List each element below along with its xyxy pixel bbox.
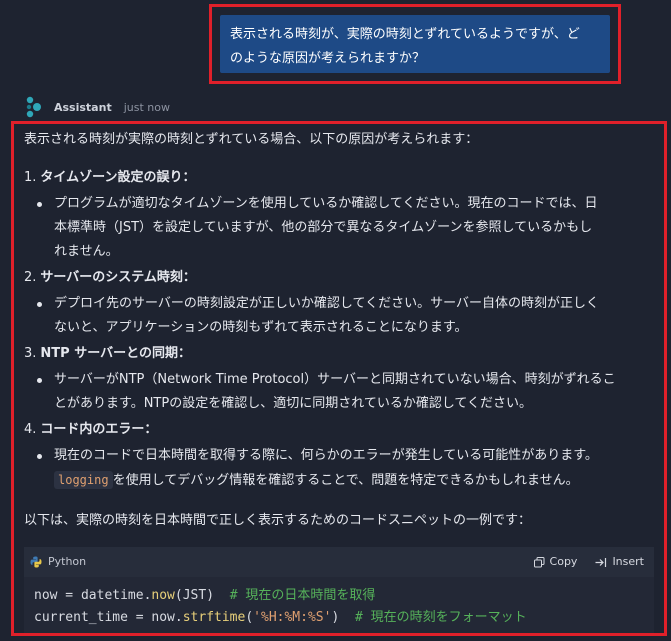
answer-intro: 表示される時刻が実際の時刻とずれている場合、以下の原因が考えられます：: [24, 132, 479, 147]
section-title: NTP サーバーとの同期：: [40, 346, 191, 361]
user-message-bubble: 表示される時刻が、実際の時刻とずれているようですが、ど のような原因が考えられま…: [220, 15, 610, 73]
insert-button-label: Insert: [612, 555, 644, 568]
list-item-line: とがあります。NTPの設定を確認し、適切に同期されているか確認してください。: [54, 396, 533, 411]
list-item: サーバーがNTP（Network Time Protocol）サーバーと同期され…: [24, 368, 654, 416]
list-item-text: を使用してデバッグ情報を確認することで、問題を特定できるかもしれません。: [112, 473, 579, 488]
code-string: '%H:%M:%S': [253, 610, 332, 625]
section-title: サーバーのシステム時刻：: [40, 270, 196, 285]
code-token: ): [331, 610, 355, 625]
list-item-line: プログラムが適切なタイムゾーンを使用しているか確認してください。現在のコードでは…: [54, 196, 598, 211]
user-message-line: のような原因が考えられますか？: [230, 51, 426, 66]
section-number: 4.: [24, 422, 37, 437]
list-item-line: logging を使用してデバッグ情報を確認することで、問題を特定できるかもしれま…: [54, 468, 654, 493]
code-line: now = datetime.now(JST) # 現在の日本時間を取得: [34, 585, 644, 607]
chat-window: 表示される時刻が、実際の時刻とずれているようですが、ど のような原因が考えられま…: [0, 0, 671, 641]
user-message-highlight: 表示される時刻が、実際の時刻とずれているようですが、ど のような原因が考えられま…: [209, 4, 621, 84]
list-item-line: 現在のコードで日本時間を取得する際に、何らかのエラーが発生している可能性がありま…: [54, 448, 598, 463]
code-token: now = datetime.: [34, 588, 152, 603]
section-heading: 4. コード内のエラー：: [24, 418, 654, 442]
code-token: (: [245, 610, 254, 625]
code-actions: Copy Insert: [533, 550, 644, 574]
section-heading: 2. サーバーのシステム時刻：: [24, 266, 654, 290]
code-comment: # 現在の日本時間を取得: [229, 588, 376, 603]
assistant-message-highlight: 表示される時刻が実際の時刻とずれている場合、以下の原因が考えられます： 1. タ…: [11, 121, 667, 636]
list-item: プログラムが適切なタイムゾーンを使用しているか確認してください。現在のコードでは…: [24, 192, 654, 264]
code-token: now: [151, 588, 175, 603]
insert-icon: [595, 557, 607, 567]
section-number: 2.: [24, 270, 37, 285]
section-title: コード内のエラー：: [40, 422, 158, 437]
assistant-name: Assistant: [54, 100, 112, 114]
section-heading: 3. NTP サーバーとの同期：: [24, 342, 654, 366]
code-line: current_time = now.strftime('%H:%M:%S') …: [34, 607, 644, 629]
code-language: Python: [30, 550, 86, 574]
code-token: strftime: [182, 610, 246, 625]
section-title: タイムゾーン設定の誤り：: [40, 170, 196, 185]
code-comment: # 現在の時刻をフォーマット: [354, 610, 527, 625]
user-message-line: 表示される時刻が、実際の時刻とずれているようですが、ど: [230, 27, 580, 42]
code-block: Python Copy Insert now = datetime.now(JS…: [24, 547, 654, 633]
list-item: デプロイ先のサーバーの時刻設定が正しいか確認してください。サーバー自体の時刻が正…: [24, 292, 654, 340]
section-number: 3.: [24, 346, 37, 361]
copy-button[interactable]: Copy: [533, 550, 578, 574]
list-item-line: れません。: [54, 244, 119, 259]
assistant-logo-icon: [26, 96, 41, 118]
assistant-header: Assistant just now: [24, 94, 170, 120]
code-token: (JST): [174, 588, 230, 603]
assistant-message: 表示される時刻が実際の時刻とずれている場合、以下の原因が考えられます： 1. タ…: [24, 128, 654, 633]
list-item-line: サーバーがNTP（Network Time Protocol）サーバーと同期され…: [54, 372, 616, 387]
code-block-header: Python Copy Insert: [24, 547, 654, 577]
insert-button[interactable]: Insert: [595, 550, 644, 574]
inline-code: logging: [54, 471, 113, 489]
list-item-line: ないと、アプリケーションの時刻もずれて表示されることになります。: [54, 320, 468, 335]
python-icon: [30, 556, 42, 568]
section-heading: 1. タイムゾーン設定の誤り：: [24, 166, 654, 190]
code-language-label: Python: [48, 555, 87, 568]
copy-button-label: Copy: [549, 555, 578, 568]
code-token: current_time = now.: [34, 610, 183, 625]
assistant-timestamp: just now: [123, 100, 170, 114]
list-item-line: 本標準時（JST）を設定していますが、他の部分で異なるタイムゾーンを参照している…: [54, 220, 593, 235]
copy-icon: [533, 556, 545, 567]
answer-outro: 以下は、実際の時刻を日本時間で正しく表示するためのコードスニペットの一例です：: [24, 513, 532, 528]
list-item: 現在のコードで日本時間を取得する際に、何らかのエラーが発生している可能性がありま…: [24, 444, 654, 493]
section-number: 1.: [24, 170, 37, 185]
code-body: now = datetime.now(JST) # 現在の日本時間を取得 curr…: [24, 577, 654, 633]
list-item-line: デプロイ先のサーバーの時刻設定が正しいか確認してください。サーバー自体の時刻が正…: [54, 296, 599, 311]
